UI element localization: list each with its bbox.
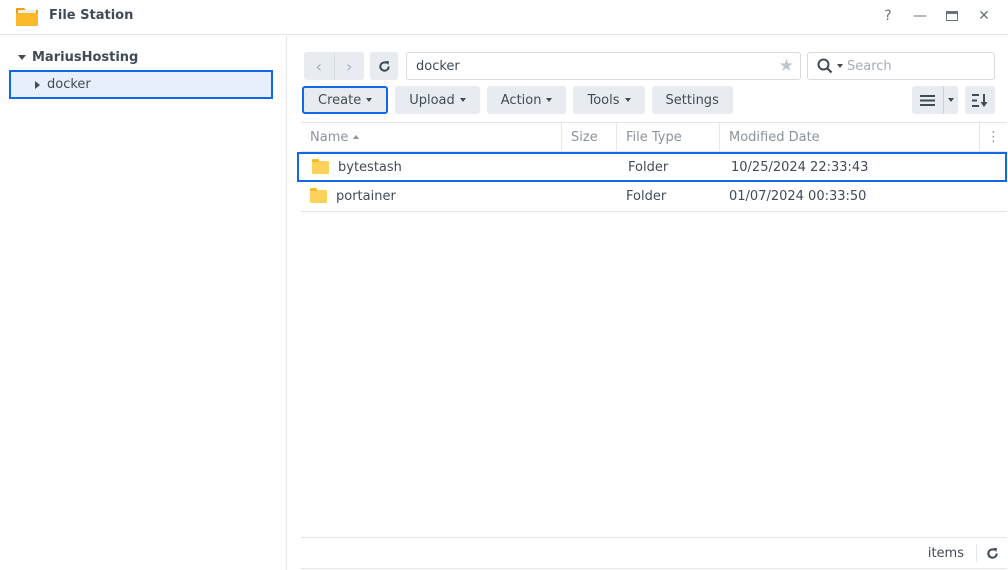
tree-root-label: MariusHosting: [32, 50, 139, 65]
toolbar: Create Upload Action Tools Settings: [302, 86, 733, 114]
column-size-label: Size: [571, 129, 598, 145]
search-options-caret-icon[interactable]: [837, 64, 843, 68]
settings-label: Settings: [665, 92, 719, 108]
column-header-modified-date[interactable]: Modified Date: [720, 122, 980, 152]
folder-icon: [16, 8, 38, 26]
sort-button[interactable]: [965, 86, 995, 114]
caret-down-icon: [624, 98, 631, 102]
window-title: File Station: [49, 8, 134, 23]
upload-label: Upload: [409, 92, 455, 108]
tools-button[interactable]: Tools: [573, 86, 645, 114]
create-label: Create: [318, 92, 362, 108]
tools-label: Tools: [587, 92, 620, 108]
search-icon[interactable]: [817, 58, 833, 74]
column-header-size[interactable]: Size: [562, 122, 617, 152]
history-nav: ‹ ›: [304, 52, 364, 80]
table-row[interactable]: portainer Folder 01/07/2024 00:33:50: [301, 182, 1007, 212]
column-type-label: File Type: [626, 129, 682, 145]
title-bar: File Station ? — ✕: [0, 0, 1008, 35]
caret-down-icon: [459, 98, 466, 102]
search-box[interactable]: [807, 52, 995, 80]
refresh-icon: [378, 60, 390, 72]
action-label: Action: [500, 92, 542, 108]
sidebar-item-label: docker: [47, 77, 91, 92]
file-modified: 10/25/2024 22:33:43: [731, 159, 869, 175]
column-options-button[interactable]: ⋮: [980, 122, 1007, 152]
sort-icon: [972, 93, 988, 107]
expand-right-icon[interactable]: [35, 80, 40, 89]
forward-button[interactable]: ›: [335, 52, 365, 80]
column-header-name[interactable]: Name: [301, 122, 562, 152]
help-icon[interactable]: ?: [879, 6, 897, 26]
sidebar: MariusHosting docker: [0, 36, 287, 570]
folder-icon: [312, 158, 329, 174]
sidebar-item-docker[interactable]: docker: [9, 70, 273, 99]
settings-button[interactable]: Settings: [651, 86, 733, 114]
table-header: Name Size File Type Modified Date ⋮: [301, 122, 1007, 152]
file-name: portainer: [336, 189, 396, 204]
status-bar: items: [301, 537, 1007, 569]
file-type: Folder: [628, 159, 669, 175]
view-mode-group: [912, 86, 958, 114]
caret-down-icon: [948, 98, 954, 102]
table-row[interactable]: bytestash Folder 10/25/2024 22:33:43: [297, 152, 1007, 182]
maximize-icon[interactable]: [943, 6, 961, 26]
sort-ascending-icon: [353, 135, 360, 139]
list-icon: [920, 94, 935, 106]
favorite-star-icon[interactable]: ★: [779, 56, 794, 76]
refresh-list-button[interactable]: [977, 547, 1007, 560]
path-text: docker: [416, 58, 460, 74]
item-count: items: [928, 544, 977, 562]
file-name: bytestash: [338, 159, 402, 175]
action-button[interactable]: Action: [486, 86, 567, 114]
caret-down-icon: [366, 98, 373, 102]
column-date-label: Modified Date: [729, 129, 820, 145]
more-vertical-icon: ⋮: [986, 129, 1001, 145]
view-mode-dropdown[interactable]: [944, 86, 958, 114]
main-panel: ‹ › docker ★ Create Upload Action Tools …: [288, 36, 1008, 570]
column-header-file-type[interactable]: File Type: [617, 122, 720, 152]
column-name-label: Name: [310, 129, 349, 145]
refresh-icon: [986, 547, 998, 559]
tree-root[interactable]: MariusHosting: [18, 50, 138, 65]
file-type: Folder: [626, 189, 667, 204]
file-table: Name Size File Type Modified Date ⋮ byte…: [297, 122, 1007, 212]
create-button[interactable]: Create: [302, 86, 389, 114]
close-icon[interactable]: ✕: [975, 6, 993, 26]
folder-icon: [310, 188, 327, 203]
back-button[interactable]: ‹: [304, 52, 335, 80]
refresh-button[interactable]: [370, 52, 398, 80]
list-view-button[interactable]: [912, 86, 944, 114]
expand-down-icon[interactable]: [18, 55, 26, 60]
upload-button[interactable]: Upload: [395, 86, 480, 114]
minimize-icon[interactable]: —: [911, 6, 929, 26]
path-bar[interactable]: docker ★: [406, 52, 801, 80]
search-input[interactable]: [847, 58, 987, 74]
file-modified: 01/07/2024 00:33:50: [729, 189, 867, 204]
caret-down-icon: [546, 98, 553, 102]
